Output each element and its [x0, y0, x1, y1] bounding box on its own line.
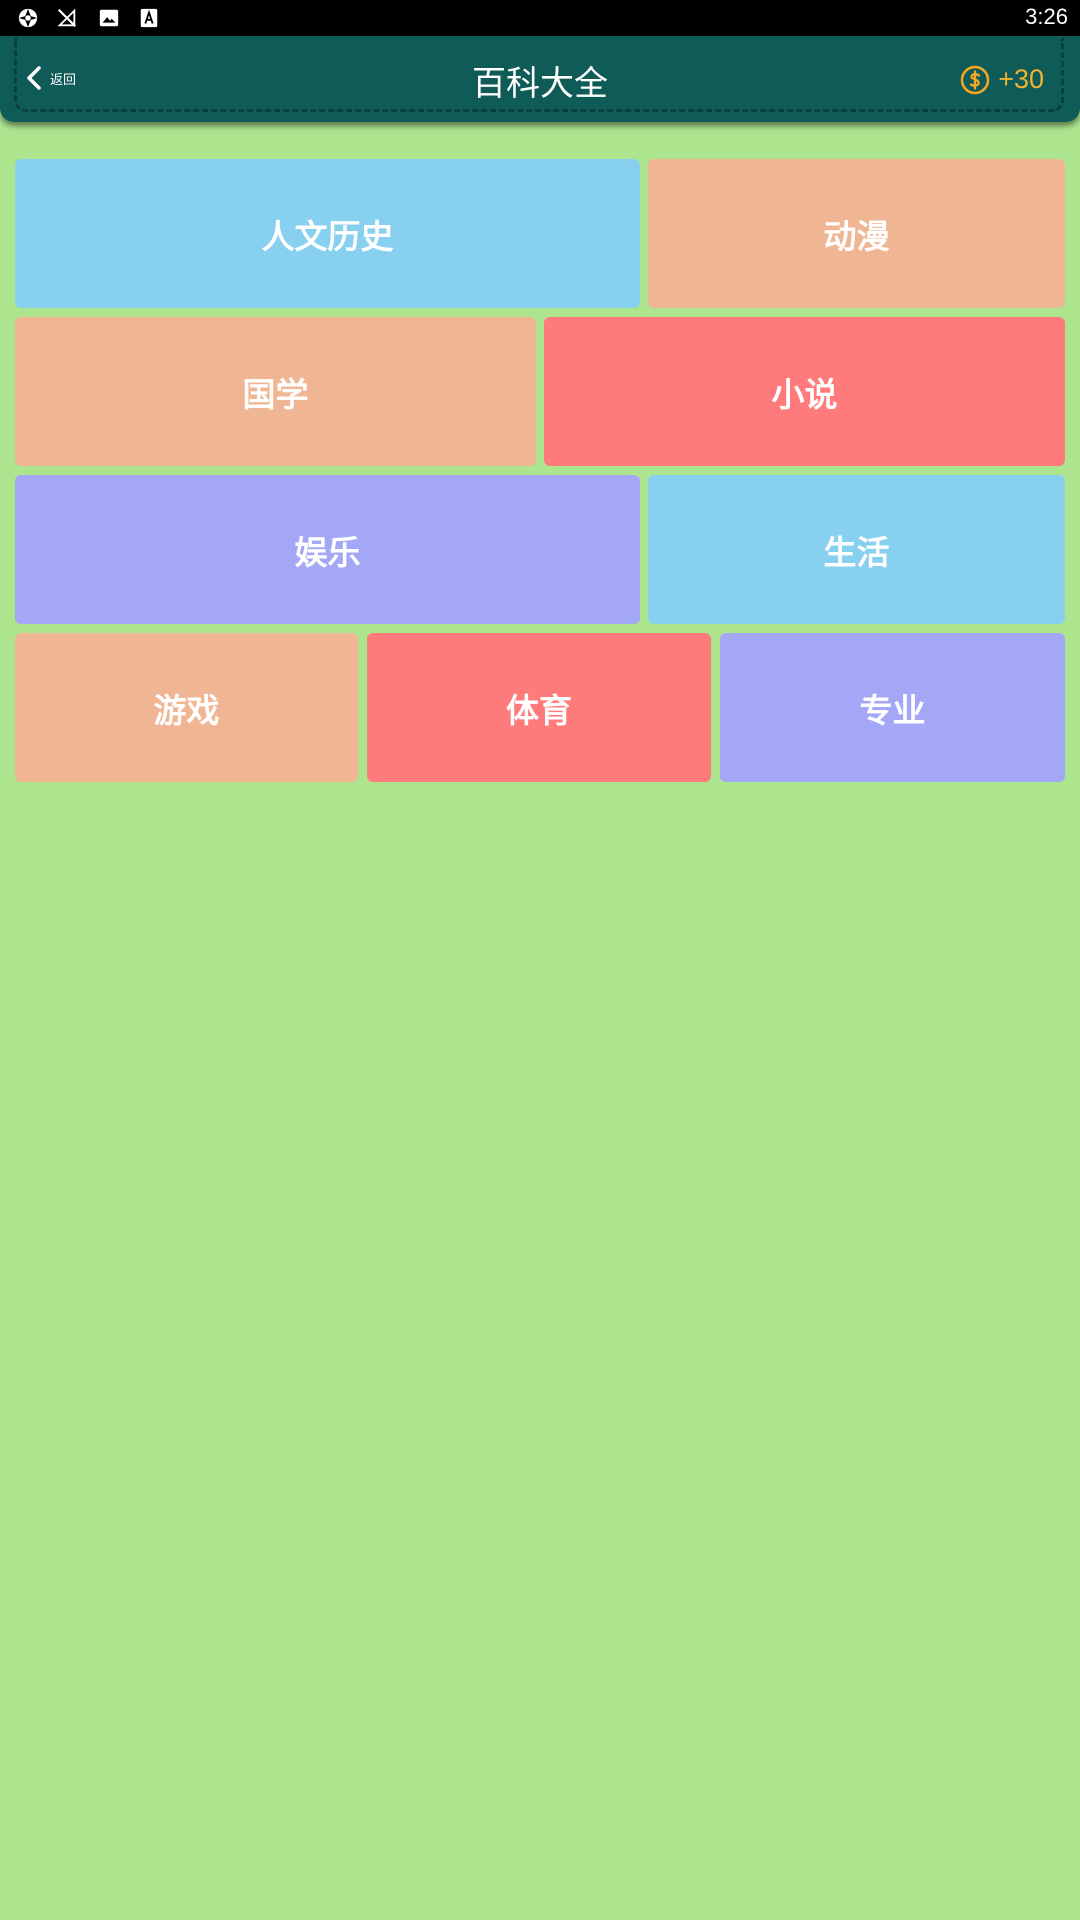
chevron-left-icon — [27, 66, 41, 90]
category-tile-anime[interactable]: 动漫 — [648, 159, 1065, 308]
coin-balance: +30 — [960, 64, 1044, 95]
category-tile-professional[interactable]: 专业 — [720, 633, 1065, 782]
image-icon — [99, 9, 119, 27]
coin-amount: +30 — [998, 64, 1044, 94]
category-tile-humanities-history[interactable]: 人文历史 — [15, 159, 640, 308]
back-button[interactable]: 返回 — [24, 60, 76, 96]
header-stitch-border — [14, 38, 1064, 112]
category-tile-entertainment[interactable]: 娱乐 — [15, 475, 640, 624]
back-label: 返回 — [50, 72, 77, 88]
category-tile-games[interactable]: 游戏 — [15, 633, 358, 782]
dollar-coin-icon — [960, 65, 990, 94]
status-bar: 3:26 — [0, 0, 1080, 36]
app-header: 返回 百科大全 +30 — [0, 36, 1080, 122]
no-signal-icon — [57, 8, 77, 28]
category-tile-sports[interactable]: 体育 — [367, 633, 711, 782]
category-tile-life[interactable]: 生活 — [648, 475, 1065, 624]
aperture-icon — [18, 8, 38, 28]
status-time: 3:26 — [1025, 4, 1068, 29]
category-tile-novels[interactable]: 小说 — [544, 317, 1065, 466]
category-tile-sinology[interactable]: 国学 — [15, 317, 536, 466]
font-download-icon — [140, 8, 158, 28]
